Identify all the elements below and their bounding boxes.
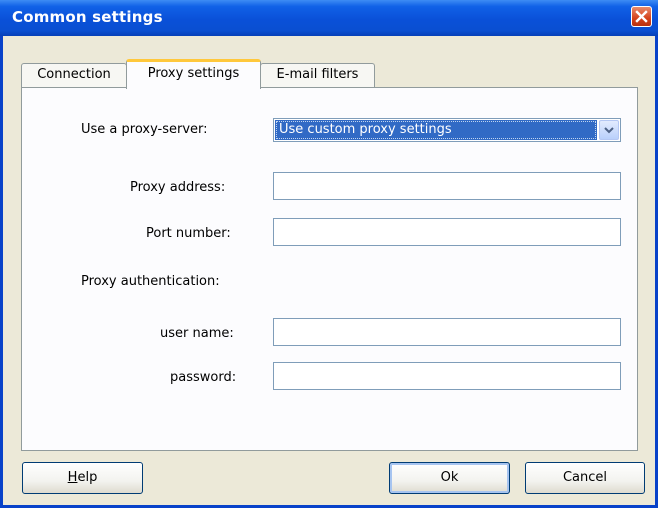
tab-label: E-mail filters [276, 67, 359, 82]
proxy-mode-select[interactable]: Use custom proxy settings [273, 118, 621, 142]
close-icon [635, 10, 648, 23]
close-button[interactable] [631, 6, 652, 27]
tab-proxy-settings[interactable]: Proxy settings [126, 59, 261, 89]
ok-label: Ok [440, 470, 459, 485]
use-proxy-label: Use a proxy-server: [81, 122, 208, 137]
password-input[interactable] [273, 362, 621, 390]
proxy-address-input[interactable] [273, 172, 621, 200]
password-label: password: [170, 370, 237, 385]
proxy-mode-selected-value: Use custom proxy settings [275, 120, 597, 140]
tab-label: Connection [37, 67, 111, 82]
proxy-authentication-label: Proxy authentication: [81, 274, 220, 289]
cancel-button[interactable]: Cancel [525, 462, 645, 494]
ok-button[interactable]: Ok [389, 462, 510, 494]
tab-email-filters[interactable]: E-mail filters [260, 63, 375, 87]
chevron-down-icon [604, 127, 614, 134]
tab-connection[interactable]: Connection [21, 63, 127, 87]
window-title: Common settings [12, 8, 163, 26]
title-bar[interactable]: Common settings [0, 0, 658, 36]
help-label: elp [77, 470, 98, 485]
proxy-address-label: Proxy address: [130, 180, 226, 195]
help-mnemonic: H [67, 470, 78, 485]
dropdown-button[interactable] [599, 120, 619, 140]
user-name-input[interactable] [273, 318, 621, 346]
tab-label: Proxy settings [147, 66, 240, 81]
port-number-label: Port number: [146, 226, 231, 241]
help-button[interactable]: Help [22, 462, 143, 494]
port-number-input[interactable] [273, 218, 621, 246]
cancel-label: Cancel [562, 470, 608, 485]
user-name-label: user name: [160, 326, 234, 341]
